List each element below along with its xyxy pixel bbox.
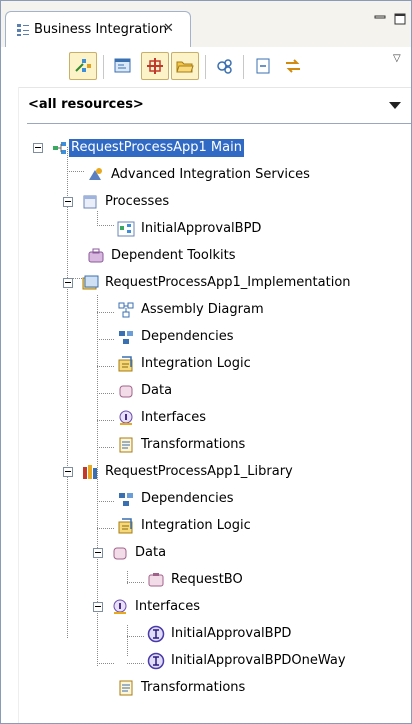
business-integration-view-icon xyxy=(17,24,29,36)
tree-item-process-app[interactable]: RequestProcessApp1 Main xyxy=(1,135,411,162)
tree-item-bpd[interactable]: InitialApprovalBPD xyxy=(1,216,411,243)
integration-logic-icon xyxy=(118,518,133,534)
show-references-icon xyxy=(217,59,232,74)
tree-item-label: Advanced Integration Services xyxy=(111,167,310,182)
bpd-icon xyxy=(117,221,135,237)
implementation-module-icon xyxy=(82,275,99,290)
interface-icon xyxy=(147,625,165,643)
tree-item-data[interactable]: Data xyxy=(1,378,411,405)
view-tab-bar: Business Integration ✕ xyxy=(1,1,411,47)
tree-item-transformations[interactable]: Transformations xyxy=(1,675,411,702)
tree-item-business-object[interactable]: RequestBO xyxy=(1,567,411,594)
close-icon[interactable]: ✕ xyxy=(163,21,174,36)
tree-item-label: Transformations xyxy=(141,437,246,452)
toolkits-icon xyxy=(88,248,104,263)
transformations-icon xyxy=(119,680,133,696)
tree-item-transformations[interactable]: Transformations xyxy=(1,432,411,459)
tree-item-label: Interfaces xyxy=(135,599,200,614)
tree-item-label: Dependent Toolkits xyxy=(111,248,236,263)
resource-filter-label: <all resources> xyxy=(28,97,144,112)
dropdown-arrow-icon[interactable] xyxy=(389,102,401,109)
tree-item-advanced-integration-services[interactable]: Advanced Integration Services xyxy=(1,162,411,189)
business-integration-view: Business Integration ✕ ▽ <all resources>… xyxy=(0,0,412,724)
interface-icon xyxy=(147,652,165,670)
tree-item-label: Processes xyxy=(105,194,170,209)
tree-item-label: InitialApprovalBPD xyxy=(171,626,292,641)
collapse-toggle-icon[interactable] xyxy=(93,602,103,612)
tree-item-library-module[interactable]: RequestProcessApp1_Library xyxy=(1,459,411,486)
collapse-toggle-icon[interactable] xyxy=(33,143,43,153)
tree-item-label: Dependencies xyxy=(141,329,234,344)
tree-item-label: Data xyxy=(141,383,173,398)
data-folder-icon xyxy=(119,385,133,398)
show-folders-icon xyxy=(176,61,194,73)
tree-item-label: Interfaces xyxy=(141,410,206,425)
tree-item-label: InitialApprovalBPD xyxy=(141,221,262,236)
tree-item-integration-logic[interactable]: Integration Logic xyxy=(1,351,411,378)
resource-filter-dropdown[interactable]: <all resources> xyxy=(1,93,411,119)
collapse-toggle-icon[interactable] xyxy=(93,548,103,558)
integration-logic-icon xyxy=(118,356,133,372)
tree-item-implementation-module[interactable]: RequestProcessApp1_Implementation xyxy=(1,270,411,297)
tree-item-processes[interactable]: Processes xyxy=(1,189,411,216)
tree-item-label: Data xyxy=(135,545,167,560)
tree-item-label: Integration Logic xyxy=(141,356,251,371)
project-tree: RequestProcessApp1 Main Advanced Integra… xyxy=(1,131,411,723)
show-references-button[interactable] xyxy=(211,52,239,80)
tab-business-integration[interactable]: Business Integration ✕ xyxy=(5,11,191,47)
link-with-editor-icon xyxy=(75,59,91,72)
tab-title: Business Integration xyxy=(34,22,168,37)
dependencies-icon xyxy=(119,493,133,506)
new-module-icon xyxy=(114,58,131,73)
show-solutions-button[interactable] xyxy=(141,52,169,80)
tree-item-label: Transformations xyxy=(141,680,246,695)
tree-item-assembly-diagram[interactable]: Assembly Diagram xyxy=(1,297,411,324)
tree-item-data[interactable]: Data xyxy=(1,540,411,567)
collapse-toggle-icon[interactable] xyxy=(63,278,73,288)
collapse-all-button[interactable] xyxy=(249,52,277,80)
tree-item-dependent-toolkits[interactable]: Dependent Toolkits xyxy=(1,243,411,270)
collapse-toggle-icon[interactable] xyxy=(63,467,73,477)
interfaces-icon xyxy=(119,410,133,425)
show-folders-button[interactable] xyxy=(171,52,199,80)
tree-item-dependencies[interactable]: Dependencies xyxy=(1,324,411,351)
advanced-integration-services-icon xyxy=(89,168,102,180)
tree-item-label: Assembly Diagram xyxy=(141,302,264,317)
library-icon xyxy=(83,465,97,479)
tree-item-interfaces[interactable]: Interfaces xyxy=(1,405,411,432)
tree-item-label: Integration Logic xyxy=(141,518,251,533)
sync-button[interactable] xyxy=(279,52,307,80)
tree-item-label: Dependencies xyxy=(141,491,234,506)
processes-folder-icon xyxy=(83,195,97,209)
transformations-icon xyxy=(119,437,133,453)
link-with-editor-button[interactable] xyxy=(69,52,97,80)
business-object-icon xyxy=(148,573,164,587)
tree-item-label: RequestProcessApp1_Library xyxy=(105,464,293,479)
dependencies-icon xyxy=(119,331,133,344)
tree-item-label: InitialApprovalBPDOneWay xyxy=(171,653,346,668)
data-folder-icon xyxy=(113,547,127,560)
tree-item-label: RequestProcessApp1_Implementation xyxy=(105,275,351,290)
tree-item-interface[interactable]: InitialApprovalBPD xyxy=(1,621,411,648)
tree-item-dependencies[interactable]: Dependencies xyxy=(1,486,411,513)
maximize-icon[interactable] xyxy=(393,13,407,25)
tree-item-label: RequestProcessApp1 Main xyxy=(69,139,244,157)
sync-icon xyxy=(286,59,300,73)
process-app-icon xyxy=(53,142,66,154)
tree-item-interface[interactable]: InitialApprovalBPDOneWay xyxy=(1,648,411,675)
tree-item-interfaces[interactable]: Interfaces xyxy=(1,594,411,621)
view-menu-icon[interactable]: ▽ xyxy=(393,53,401,64)
divider xyxy=(27,123,411,124)
assembly-diagram-icon xyxy=(118,302,134,318)
new-module-button[interactable] xyxy=(109,52,137,80)
show-solutions-icon xyxy=(147,58,163,74)
collapse-all-icon xyxy=(256,58,270,74)
tree-item-integration-logic[interactable]: Integration Logic xyxy=(1,513,411,540)
view-toolbar: ▽ xyxy=(1,47,411,88)
interfaces-icon xyxy=(113,599,127,614)
tree-item-label: RequestBO xyxy=(171,572,243,587)
minimize-icon[interactable] xyxy=(373,13,387,25)
collapse-toggle-icon[interactable] xyxy=(63,197,73,207)
